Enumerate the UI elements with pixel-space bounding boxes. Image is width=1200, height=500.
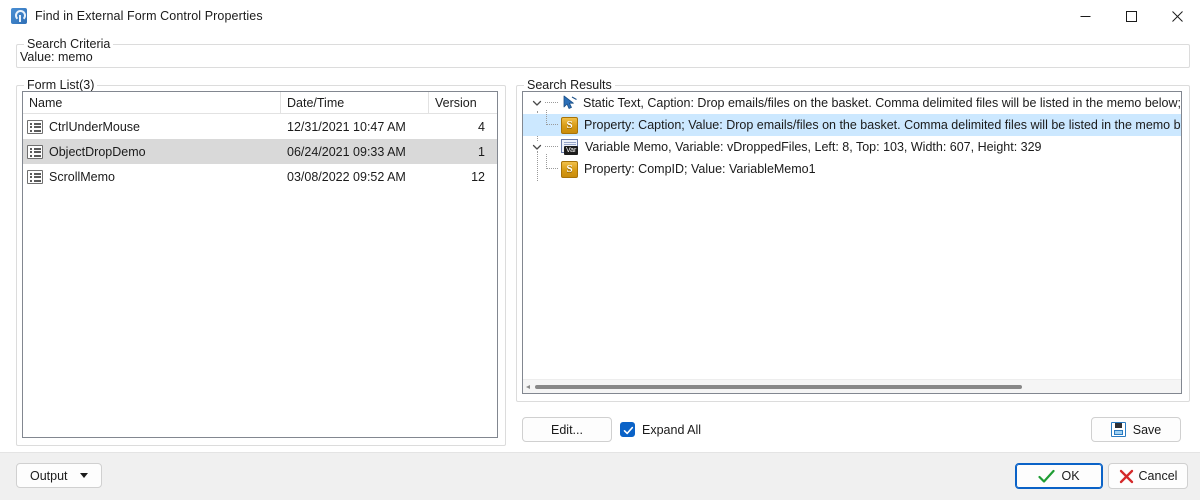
scroll-left-arrow-icon[interactable] (526, 385, 530, 389)
checkmark-icon (1038, 469, 1056, 483)
output-button-label: Output (30, 468, 68, 483)
property-s-icon: S (561, 116, 578, 134)
form-name-text: CtrlUnderMouse (49, 119, 141, 134)
form-name-text: ScrollMemo (49, 169, 115, 184)
app-icon (11, 8, 27, 24)
form-version-cell: 4 (478, 119, 485, 134)
variable-tag-label: Var (564, 145, 579, 155)
form-name-text: ObjectDropDemo (49, 144, 146, 159)
search-criteria-value: Value: memo (20, 50, 93, 64)
form-list-label: Form List(3) (24, 78, 98, 92)
form-date-cell: 06/24/2021 09:33 AM (287, 144, 406, 159)
table-row[interactable]: ScrollMemo 03/08/2022 09:52 AM 12 (23, 164, 497, 189)
cancel-button-label: Cancel (1138, 469, 1178, 483)
output-button[interactable]: Output (16, 463, 102, 488)
edit-button-label: Edit... (551, 422, 583, 437)
scrollbar-thumb[interactable] (535, 385, 1022, 389)
tree-node-static-text[interactable]: Static Text, Caption: Drop emails/files … (523, 92, 1181, 114)
tree-connector-line (545, 92, 561, 114)
window-title: Find in External Form Control Properties (35, 9, 263, 23)
column-header-version[interactable]: Version (429, 92, 497, 114)
expand-all-checkbox-row[interactable]: Expand All (620, 417, 701, 442)
tree-node-label: Property: Caption; Value: Drop emails/fi… (584, 118, 1181, 132)
tree-connector-elbow (545, 154, 561, 180)
search-results-label: Search Results (524, 78, 615, 92)
form-name-cell: ObjectDropDemo (23, 139, 281, 164)
tree-node-variable-memo[interactable]: Var Variable Memo, Variable: vDroppedFil… (523, 136, 1181, 158)
tree-node-caption-property[interactable]: S Property: Caption; Value: Drop emails/… (523, 110, 1181, 136)
form-name-cell: CtrlUnderMouse (23, 114, 281, 139)
minimize-button[interactable] (1062, 0, 1108, 32)
tree-node-compid-property[interactable]: S Property: CompID; Value: VariableMemo1 (523, 154, 1181, 180)
cancel-button[interactable]: Cancel (1108, 463, 1188, 489)
search-criteria-group: Search Criteria (16, 37, 1190, 68)
tree-node-label: Variable Memo, Variable: vDroppedFiles, … (585, 140, 1042, 154)
chevron-down-icon[interactable] (529, 92, 545, 114)
tree-horizontal-scrollbar[interactable] (523, 379, 1181, 393)
dialog-window: Find in External Form Control Properties… (0, 0, 1200, 500)
tree-node-label: Static Text, Caption: Drop emails/files … (583, 96, 1182, 110)
chevron-down-icon[interactable] (529, 136, 545, 158)
form-version-cell: 1 (478, 144, 485, 159)
column-header-datetime[interactable]: Date/Time (281, 92, 429, 114)
cursor-arrow-icon (561, 95, 578, 112)
window-controls (1062, 0, 1200, 32)
form-list-view[interactable]: Name Date/Time Version CtrlUnderMouse 12… (22, 91, 498, 438)
maximize-button[interactable] (1108, 0, 1154, 32)
title-bar: Find in External Form Control Properties (0, 0, 1200, 32)
search-criteria-label: Search Criteria (24, 37, 114, 51)
tree-connector-line (545, 136, 561, 158)
edit-button[interactable]: Edit... (522, 417, 612, 442)
form-icon (27, 144, 43, 159)
tree-connector-elbow (545, 110, 561, 136)
expand-all-label: Expand All (642, 422, 702, 437)
chevron-down-icon[interactable] (79, 473, 88, 478)
search-results-tree[interactable]: Static Text, Caption: Drop emails/files … (522, 91, 1182, 394)
floppy-disk-icon (1110, 422, 1126, 437)
table-row[interactable]: CtrlUnderMouse 12/31/2021 10:47 AM 4 (23, 114, 497, 139)
tree-node-label: Property: CompID; Value: VariableMemo1 (584, 162, 816, 176)
table-row[interactable]: ObjectDropDemo 06/24/2021 09:33 AM 1 (23, 139, 497, 164)
expand-all-checkbox[interactable] (620, 422, 635, 437)
ok-button-label: OK (1061, 469, 1080, 483)
save-button-label: Save (1132, 422, 1162, 437)
form-icon (27, 169, 43, 184)
form-date-cell: 03/08/2022 09:52 AM (287, 169, 406, 184)
close-button[interactable] (1154, 0, 1200, 32)
form-name-cell: ScrollMemo (23, 164, 281, 189)
form-icon (27, 119, 43, 134)
form-list-header: Name Date/Time Version (23, 92, 497, 114)
ok-button[interactable]: OK (1015, 463, 1103, 489)
save-button[interactable]: Save (1091, 417, 1181, 442)
variable-memo-icon: Var (561, 138, 580, 156)
property-s-icon: S (561, 160, 578, 178)
tree-content: Static Text, Caption: Drop emails/files … (523, 92, 1181, 393)
column-header-name[interactable]: Name (23, 92, 281, 114)
form-date-cell: 12/31/2021 10:47 AM (287, 119, 406, 134)
form-version-cell: 12 (471, 169, 485, 184)
x-mark-icon (1119, 469, 1133, 483)
